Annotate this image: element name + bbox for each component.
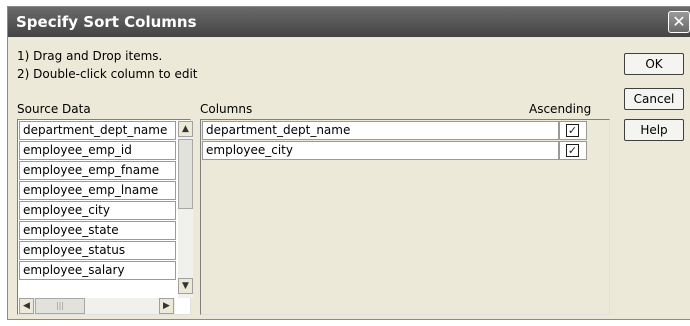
dialog-title: Specify Sort Columns [16,13,197,31]
source-data-list[interactable]: department_dept_name employee_emp_id emp… [17,119,193,315]
chevron-left-icon: ◀ [23,301,30,311]
ascending-checkbox[interactable]: ✓ [566,144,579,157]
vertical-scrollbar[interactable]: ▲ ▼ [178,121,193,298]
ok-button[interactable]: OK [624,53,684,75]
title-bar: Specify Sort Columns ✕ [8,7,690,37]
vertical-scroll-thumb[interactable] [178,139,193,209]
ascending-header: Ascending [529,102,592,116]
chevron-right-icon: ▶ [163,301,170,311]
column-row-employee-city[interactable]: employee_city [202,141,559,160]
sort-columns-dialog: Specify Sort Columns ✕ 1) Drag and Drop … [7,6,690,320]
close-button[interactable]: ✕ [668,11,690,33]
ascending-cell: ✓ [559,141,587,160]
list-item[interactable]: employee_salary [19,261,176,280]
chevron-down-icon: ▼ [182,281,189,291]
help-button[interactable]: Help [624,119,684,141]
columns-header: Columns [200,102,253,116]
checkmark-icon: ✓ [567,124,578,137]
scroll-down-button[interactable]: ▼ [178,278,193,294]
scroll-up-button[interactable]: ▲ [178,121,193,137]
list-item[interactable]: employee_state [19,221,176,240]
checkmark-icon: ✓ [567,144,578,157]
sort-columns-list[interactable]: department_dept_name ✓ employee_city ✓ [200,119,610,315]
source-data-header: Source Data [17,102,91,116]
list-item[interactable]: employee_emp_id [19,141,176,160]
scroll-right-button[interactable]: ▶ [159,298,174,314]
ascending-cell: ✓ [559,121,587,140]
column-row-department-dept-name[interactable]: department_dept_name [202,121,559,140]
instruction-line-2: 2) Double-click column to edit [17,67,198,81]
list-item[interactable]: employee_emp_lname [19,181,176,200]
horizontal-scrollbar[interactable]: ◀ ||| ▶ [19,298,175,314]
grip-icon: ||| [55,301,65,310]
instruction-line-1: 1) Drag and Drop items. [17,49,163,63]
list-item[interactable]: employee_emp_fname [19,161,176,180]
close-icon: ✕ [672,12,686,31]
horizontal-scroll-thumb[interactable]: ||| [35,298,85,314]
list-item[interactable]: department_dept_name [19,121,176,140]
cancel-button[interactable]: Cancel [624,88,684,110]
list-item[interactable]: employee_status [19,241,176,260]
chevron-up-icon: ▲ [182,124,189,134]
list-item[interactable]: employee_city [19,201,176,220]
scroll-left-button[interactable]: ◀ [19,298,34,314]
ascending-checkbox[interactable]: ✓ [566,124,579,137]
